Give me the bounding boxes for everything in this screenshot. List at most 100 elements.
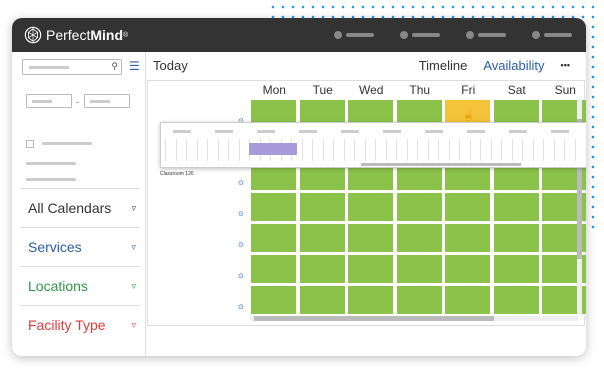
popup-header-cell: [249, 127, 291, 137]
top-nav-item[interactable]: [400, 31, 440, 39]
row-info-icon[interactable]: ⊙: [238, 179, 244, 187]
popup-time-slot[interactable]: [522, 139, 533, 161]
popup-time-slot[interactable]: [375, 139, 386, 161]
row-info-icon[interactable]: ⊙: [238, 210, 244, 218]
popup-time-slot[interactable]: [312, 139, 323, 161]
popup-time-slot[interactable]: [459, 139, 470, 161]
popup-time-slot[interactable]: [501, 139, 512, 161]
popup-time-slot[interactable]: [354, 139, 365, 161]
popup-time-slot[interactable]: [333, 139, 344, 161]
menu-icon[interactable]: ☰: [129, 60, 140, 72]
popup-time-slot[interactable]: [543, 139, 554, 161]
popup-time-slot[interactable]: [238, 139, 250, 161]
availability-cell[interactable]: [492, 285, 540, 315]
popup-time-slot[interactable]: [469, 139, 481, 161]
availability-cell[interactable]: [395, 192, 443, 222]
popup-time-slot[interactable]: [438, 139, 449, 161]
popup-time-slot[interactable]: [175, 139, 187, 161]
booked-slot[interactable]: [249, 143, 297, 155]
availability-cell[interactable]: [250, 223, 297, 253]
availability-cell[interactable]: [347, 223, 394, 253]
top-nav-item[interactable]: [532, 31, 572, 39]
availability-cell[interactable]: [298, 285, 346, 315]
availability-cell[interactable]: [250, 192, 297, 222]
popup-time-slot[interactable]: [574, 139, 586, 161]
popup-time-slot[interactable]: [480, 139, 491, 161]
availability-cell[interactable]: [298, 254, 346, 284]
popup-time-slot[interactable]: [207, 139, 218, 161]
popup-time-slot[interactable]: [301, 139, 313, 161]
popup-header-cell: [165, 127, 207, 137]
availability-cell[interactable]: [444, 254, 491, 284]
popup-scrollbar[interactable]: [361, 163, 521, 166]
search-input[interactable]: ⚲: [22, 59, 122, 75]
popup-time-slot[interactable]: [532, 139, 544, 161]
availability-cell[interactable]: [492, 192, 540, 222]
row-info-icon[interactable]: ⊙: [238, 241, 244, 249]
popup-timeline: [165, 139, 585, 161]
timeline-popup: [160, 122, 586, 168]
date-from-field[interactable]: [26, 94, 72, 108]
availability-cell[interactable]: [395, 285, 443, 315]
popup-time-slot[interactable]: [228, 139, 239, 161]
filter-checkbox[interactable]: [26, 140, 34, 148]
availability-cell[interactable]: [492, 254, 540, 284]
day-header-tue: Tue: [312, 83, 333, 97]
popup-time-slot[interactable]: [448, 139, 460, 161]
date-to-field[interactable]: [84, 94, 130, 108]
popup-time-slot[interactable]: [396, 139, 407, 161]
top-nav-item[interactable]: [334, 31, 374, 39]
popup-time-slot[interactable]: [417, 139, 428, 161]
popup-time-slot[interactable]: [427, 139, 439, 161]
day-header-sun: Sun: [554, 83, 576, 97]
availability-cell[interactable]: [395, 223, 443, 253]
filter-icon: ▿: [131, 202, 136, 213]
filter-services[interactable]: Services ▿: [20, 227, 140, 266]
popup-time-slot[interactable]: [196, 139, 208, 161]
availability-cell[interactable]: [444, 223, 491, 253]
day-header-row: Mon Tue Wed Thu Fri Sat Sun: [250, 81, 586, 99]
popup-time-slot[interactable]: [364, 139, 376, 161]
more-options-icon[interactable]: •••: [561, 60, 570, 70]
popup-time-slot[interactable]: [186, 139, 197, 161]
popup-time-slot[interactable]: [322, 139, 334, 161]
availability-cell[interactable]: [298, 192, 346, 222]
popup-time-slot[interactable]: [511, 139, 523, 161]
top-nav-item[interactable]: [466, 31, 506, 39]
availability-cell[interactable]: [444, 285, 491, 315]
popup-time-slot[interactable]: [564, 139, 575, 161]
popup-time-slot[interactable]: [385, 139, 397, 161]
filter-facility-type[interactable]: Facility Type ▿: [20, 305, 140, 344]
calendar-main: Today Timeline Availability ••• Mon Tue We…: [147, 52, 586, 356]
horizontal-scrollbar[interactable]: [250, 316, 578, 321]
filter-all-calendars[interactable]: All Calendars ▿: [20, 188, 140, 227]
availability-cell[interactable]: [250, 254, 297, 284]
sidebar-placeholder-line: [26, 162, 76, 165]
filter-locations[interactable]: Locations ▿: [20, 266, 140, 305]
availability-cell[interactable]: [298, 223, 346, 253]
app-window: Perfect Mind ® ⚲ ☰ - All Calendars ▿ Service…: [12, 18, 586, 356]
popup-header-cell: [501, 127, 543, 137]
popup-time-slot[interactable]: [165, 139, 176, 161]
availability-cell[interactable]: [492, 223, 540, 253]
availability-cell[interactable]: [444, 192, 491, 222]
popup-time-slot[interactable]: [406, 139, 418, 161]
popup-time-slot[interactable]: [490, 139, 502, 161]
availability-cell[interactable]: [395, 254, 443, 284]
availability-cell[interactable]: [347, 285, 394, 315]
availability-tab[interactable]: Availability: [483, 58, 544, 73]
row-info-icon[interactable]: ⊙: [238, 303, 244, 311]
timeline-tab[interactable]: Timeline: [419, 58, 468, 73]
sidebar: ⚲ ☰ - All Calendars ▿ Services ▿ Locations ▿ F…: [12, 52, 146, 356]
today-button[interactable]: Today: [153, 58, 188, 73]
row-info-icon[interactable]: ⊙: [238, 272, 244, 280]
availability-cell[interactable]: [250, 285, 297, 315]
availability-cell[interactable]: [347, 192, 394, 222]
popup-header-cell: [207, 127, 249, 137]
filter-icon: ▿: [131, 241, 136, 252]
availability-cell[interactable]: [347, 254, 394, 284]
popup-time-slot[interactable]: [217, 139, 229, 161]
popup-time-slot[interactable]: [553, 139, 565, 161]
top-bar: Perfect Mind ®: [12, 18, 586, 52]
popup-time-slot[interactable]: [343, 139, 355, 161]
